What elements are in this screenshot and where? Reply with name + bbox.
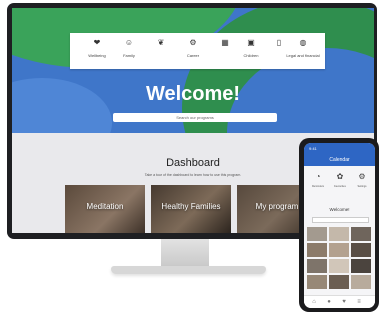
- person-icon[interactable]: ●: [325, 299, 333, 306]
- family-icon: ☺: [124, 38, 134, 47]
- photo-tile[interactable]: [307, 243, 327, 257]
- star-icon[interactable]: ✿: [334, 172, 346, 182]
- phone-icon-label: Favourites: [334, 185, 346, 188]
- monitor-stand: [161, 239, 209, 267]
- program-card[interactable]: Meditation: [65, 185, 145, 233]
- phone-welcome: Welcome!: [329, 207, 350, 212]
- top-nav: ❤ Wellbeing ☺ Family ❦ ⚙ Career ▦ ▣ Chil: [70, 33, 325, 69]
- photo-tile[interactable]: [351, 275, 371, 289]
- heart-icon[interactable]: ♥: [340, 299, 348, 306]
- phone-photo-grid: [307, 227, 372, 291]
- status-time: 9:41: [309, 146, 317, 151]
- phone-icon-label: Reminders: [311, 185, 325, 188]
- phone-screen: 9:41 Calendar ◔ Reminders ✿ Favourites ⚙…: [304, 143, 375, 308]
- phone-status-bar: 9:41: [304, 143, 375, 155]
- phone-bottom-nav: ⌂ ● ♥ ≡: [304, 295, 375, 308]
- photo-tile[interactable]: [351, 227, 371, 241]
- monitor-base: [111, 266, 266, 274]
- hero-banner: ❤ Wellbeing ☺ Family ❦ ⚙ Career ▦ ▣ Chil: [12, 8, 374, 133]
- photo-tile[interactable]: [329, 227, 349, 241]
- photo-tile[interactable]: [307, 227, 327, 241]
- search-input[interactable]: Search our programs: [113, 113, 277, 122]
- heart-icon: ❤: [93, 38, 101, 47]
- globe-icon: ◍: [299, 38, 307, 47]
- gear-icon: ⚙: [189, 38, 197, 47]
- photo-tile[interactable]: [329, 275, 349, 289]
- photo-tile[interactable]: [329, 243, 349, 257]
- phone-icon-label: Settings: [357, 185, 367, 188]
- menu-icon[interactable]: ≡: [355, 299, 363, 306]
- phone-app-title: Calendar: [304, 155, 375, 166]
- nav-item-legal-financial[interactable]: ◍ Legal and financial: [282, 35, 324, 67]
- leaf-icon: ❦: [157, 38, 165, 47]
- nav-label: Legal and financial: [286, 53, 320, 58]
- photo-tile[interactable]: [329, 259, 349, 273]
- clock-icon[interactable]: ◔: [312, 172, 324, 182]
- home-icon[interactable]: ⌂: [310, 299, 318, 306]
- card-label: Meditation: [86, 202, 124, 211]
- photo-tile[interactable]: [307, 275, 327, 289]
- building-icon: ▦: [221, 38, 229, 47]
- calendar-icon: ▣: [247, 38, 255, 47]
- photo-tile[interactable]: [351, 259, 371, 273]
- program-card[interactable]: Healthy Families: [151, 185, 231, 233]
- card-label: Healthy Families: [161, 202, 221, 211]
- welcome-heading: Welcome!: [145, 83, 241, 105]
- gear-icon[interactable]: ⚙: [356, 172, 368, 182]
- phone-search-input[interactable]: [312, 217, 369, 223]
- photo-tile[interactable]: [307, 259, 327, 273]
- photo-tile[interactable]: [351, 243, 371, 257]
